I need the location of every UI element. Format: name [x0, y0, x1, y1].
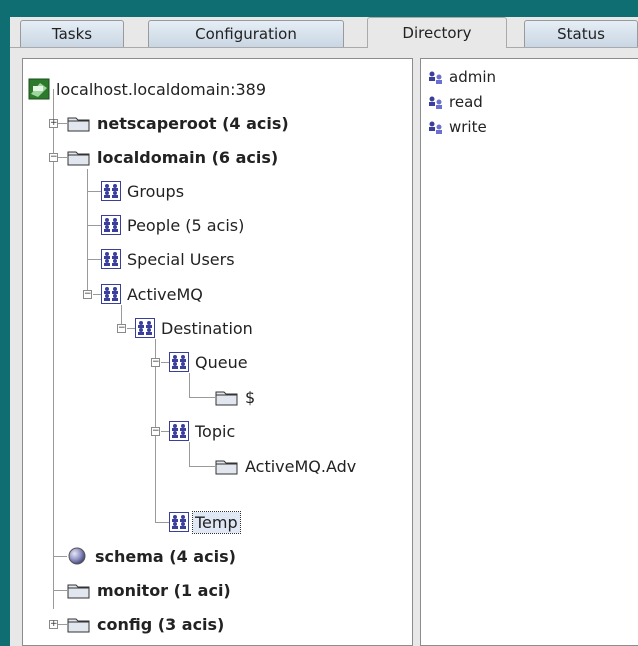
tree-line — [161, 362, 169, 363]
tree-node-label: ActiveMQ.Adv — [245, 456, 357, 476]
folder-icon — [215, 460, 238, 475]
expand-toggle[interactable]: + — [49, 119, 58, 128]
tree-node-dollar[interactable]: $ — [215, 381, 257, 413]
tab-strip: Tasks Configuration Directory Status — [10, 17, 638, 48]
tree-line — [161, 431, 169, 432]
tree-node-label: Destination — [161, 318, 253, 338]
folder-icon — [215, 391, 238, 406]
tree-line — [53, 89, 54, 609]
tree-node-label: Groups — [127, 181, 185, 201]
tree-node-label: netscaperoot (4 acis) — [97, 113, 289, 133]
tree-node-label: $ — [245, 387, 256, 407]
tree-node-label: localdomain (6 acis) — [97, 147, 279, 167]
collapse-toggle[interactable]: − — [151, 427, 160, 436]
organizational-unit-icon — [169, 421, 189, 441]
tab-divider — [10, 47, 638, 48]
tree-line — [155, 522, 169, 523]
tree-node-label: ActiveMQ — [127, 284, 203, 304]
tree-node-netscaperoot[interactable]: netscaperoot (4 acis) — [67, 107, 291, 139]
organizational-unit-icon — [169, 352, 189, 372]
folder-icon — [67, 584, 90, 599]
tab-label: Status — [557, 25, 605, 43]
entry-list[interactable]: admin read write — [420, 58, 638, 646]
group-icon — [429, 121, 442, 134]
tree-line — [127, 328, 135, 329]
folder-icon — [67, 618, 90, 633]
collapse-toggle[interactable]: − — [117, 324, 126, 333]
group-icon — [429, 71, 442, 84]
tree-node-label: Queue — [195, 352, 248, 372]
tree-node-label: Temp — [192, 510, 241, 534]
tab-label: Directory — [402, 24, 472, 42]
group-icon — [429, 96, 442, 109]
tree-node-groups[interactable]: Groups — [101, 175, 186, 207]
tab-configuration[interactable]: Configuration — [148, 20, 344, 47]
list-item-read[interactable]: read — [427, 90, 483, 114]
tree-node-label: People (5 acis) — [127, 215, 245, 235]
tree-line — [87, 191, 101, 192]
tree-node-localdomain[interactable]: localdomain (6 acis) — [67, 141, 280, 173]
tree-line — [87, 259, 101, 260]
organizational-unit-icon — [101, 181, 121, 201]
organizational-unit-icon — [135, 318, 155, 338]
tree-line — [87, 225, 101, 226]
organizational-unit-icon — [101, 249, 121, 269]
folder-icon — [67, 151, 90, 166]
tree-node-topic[interactable]: Topic — [169, 415, 237, 447]
tab-status[interactable]: Status — [524, 20, 638, 47]
server-icon — [28, 78, 50, 100]
tree-node-label: localhost.localdomain:389 — [56, 79, 267, 99]
tab-label: Tasks — [51, 25, 93, 43]
list-item-label: read — [449, 93, 483, 111]
organizational-unit-icon — [101, 215, 121, 235]
collapse-toggle[interactable]: − — [49, 153, 58, 162]
tree-node-activemq-adv[interactable]: ActiveMQ.Adv — [215, 450, 358, 482]
console-window: Tasks Configuration Directory Status + −… — [10, 17, 638, 646]
list-item-label: admin — [449, 68, 496, 86]
organizational-unit-icon — [169, 512, 189, 532]
tree-node-people[interactable]: People (5 acis) — [101, 209, 246, 241]
directory-tree[interactable]: + − − − − − + localhost.localdomain:389 … — [22, 58, 413, 646]
tree-node-label: config (3 acis) — [97, 614, 225, 634]
tree-node-monitor[interactable]: monitor (1 aci) — [67, 574, 233, 606]
list-item-label: write — [449, 118, 487, 136]
tree-node-root[interactable]: localhost.localdomain:389 — [28, 73, 268, 105]
tree-node-config[interactable]: config (3 acis) — [67, 608, 226, 640]
tree-node-destination[interactable]: Destination — [135, 312, 255, 344]
list-item-write[interactable]: write — [427, 115, 487, 139]
tree-node-label: Topic — [195, 421, 236, 441]
tree-node-schema[interactable]: schema (4 acis) — [67, 540, 238, 572]
tree-node-special-users[interactable]: Special Users — [101, 243, 237, 275]
tree-line — [93, 294, 101, 295]
tree-node-label: monitor (1 aci) — [97, 580, 231, 600]
list-item-admin[interactable]: admin — [427, 65, 496, 89]
tree-node-label: schema (4 acis) — [95, 546, 236, 566]
tree-line — [189, 397, 215, 398]
tree-node-queue[interactable]: Queue — [169, 346, 250, 378]
tab-label: Configuration — [195, 25, 297, 43]
folder-icon — [67, 117, 90, 132]
tree-node-label: Special Users — [127, 249, 235, 269]
tree-node-temp[interactable]: Temp — [169, 506, 241, 538]
collapse-toggle[interactable]: − — [83, 290, 92, 299]
collapse-toggle[interactable]: − — [151, 358, 160, 367]
schema-sphere-icon — [68, 547, 86, 565]
tree-line — [189, 466, 215, 467]
tab-tasks[interactable]: Tasks — [20, 20, 124, 47]
tree-line — [87, 169, 88, 294]
tree-line — [53, 590, 67, 591]
organizational-unit-icon — [101, 284, 121, 304]
tab-directory[interactable]: Directory — [367, 17, 507, 48]
tree-line — [53, 556, 67, 557]
tree-node-activemq[interactable]: ActiveMQ — [101, 278, 205, 310]
expand-toggle[interactable]: + — [49, 620, 58, 629]
